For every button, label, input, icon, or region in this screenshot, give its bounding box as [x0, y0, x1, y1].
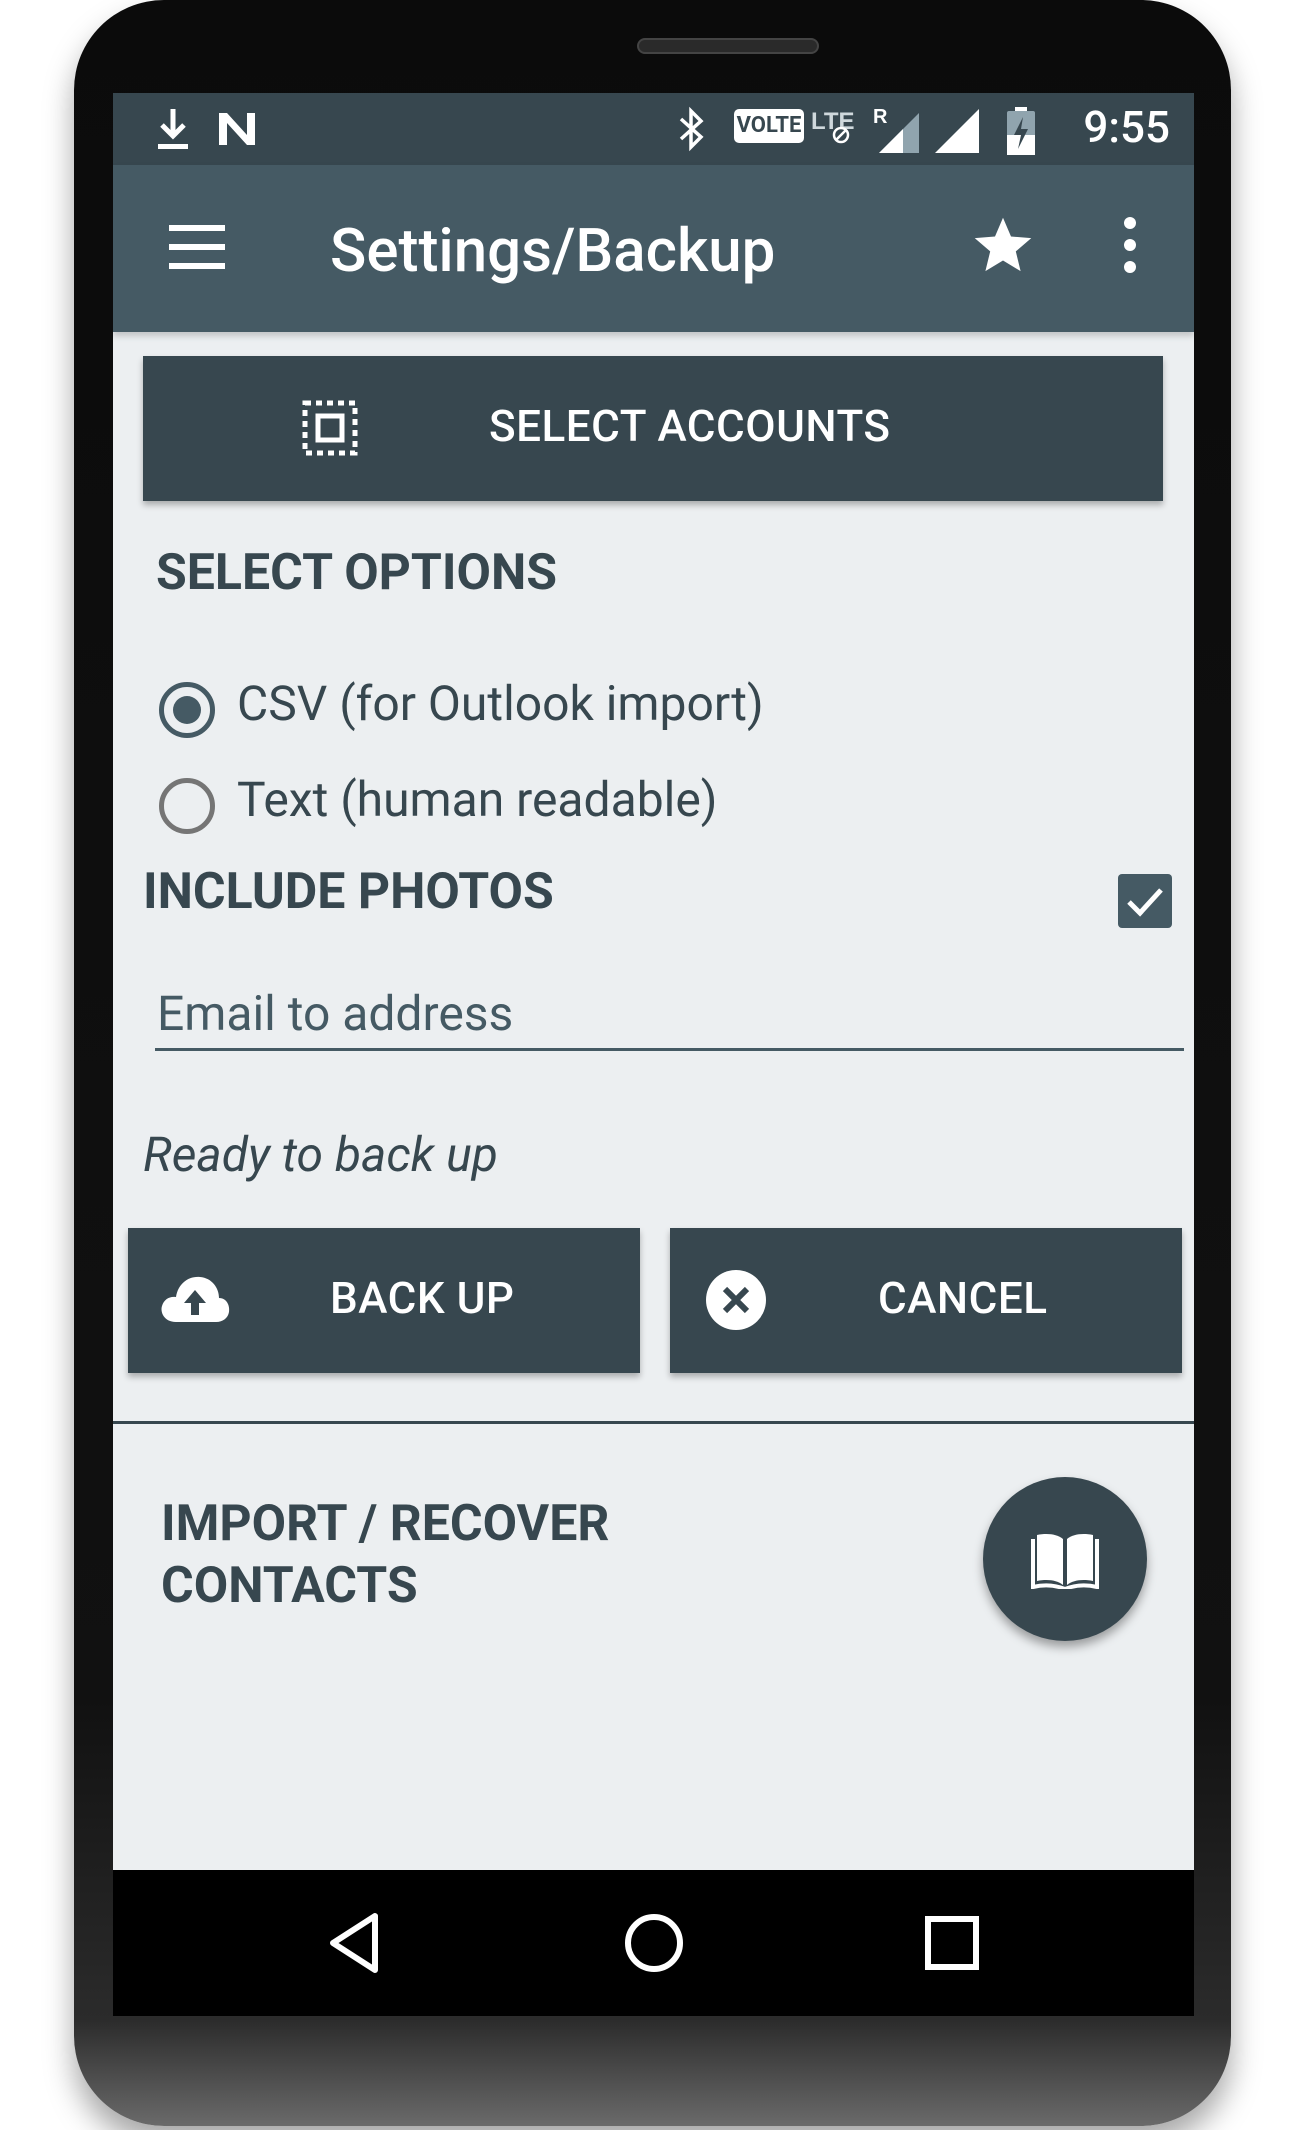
format-option-text[interactable]: Text (human readable)	[159, 771, 859, 841]
home-icon[interactable]	[621, 1910, 687, 1976]
battery-charging-icon	[1007, 107, 1035, 155]
format-option-csv[interactable]: CSV (for Outlook import)	[159, 675, 859, 745]
bluetooth-icon	[679, 106, 704, 152]
backup-status-text: Ready to back up	[143, 1126, 498, 1183]
n-notification-icon	[219, 113, 255, 145]
cancel-circle-icon	[706, 1270, 766, 1330]
email-to-address-input[interactable]	[155, 979, 1184, 1051]
download-icon	[158, 109, 188, 149]
star-icon[interactable]	[971, 213, 1035, 277]
svg-text:R: R	[873, 106, 888, 128]
radio-text[interactable]	[159, 778, 215, 834]
back-icon[interactable]	[323, 1910, 389, 1976]
select-accounts-label: SELECT ACCOUNTS	[489, 400, 891, 452]
screen: VOLTE LTE R 9:55 Settings/Backup SELECT …	[113, 93, 1194, 1870]
radio-csv[interactable]	[159, 682, 215, 738]
earpiece-speaker	[637, 38, 819, 54]
cancel-label: CANCEL	[878, 1272, 1048, 1324]
cancel-button[interactable]: CANCEL	[670, 1228, 1182, 1373]
radio-csv-label: CSV (for Outlook import)	[237, 675, 764, 732]
signal-icon	[935, 109, 979, 153]
section-divider	[113, 1421, 1194, 1424]
back-up-label: BACK UP	[330, 1272, 515, 1324]
hamburger-menu-icon[interactable]	[167, 221, 227, 273]
checkmark-icon	[1127, 888, 1163, 917]
book-icon	[1031, 1534, 1099, 1589]
lte-icon: LTE	[811, 108, 855, 144]
import-recover-heading-line2: CONTACTS	[161, 1557, 418, 1615]
android-nav-bar	[113, 1870, 1194, 2016]
select-all-icon	[302, 400, 358, 456]
status-bar: VOLTE LTE R 9:55	[113, 93, 1194, 165]
recents-icon[interactable]	[919, 1910, 985, 1976]
roaming-signal-icon: R	[873, 106, 919, 153]
more-vert-icon[interactable]	[1118, 213, 1142, 277]
radio-text-label: Text (human readable)	[237, 771, 718, 828]
include-photos-label: INCLUDE PHOTOS	[143, 863, 554, 921]
select-options-heading: SELECT OPTIONS	[156, 544, 558, 602]
page-title: Settings/Backup	[330, 215, 776, 286]
cloud-upload-icon	[161, 1276, 230, 1322]
import-recover-heading: IMPORT / RECOVER CONTACTS	[161, 1493, 609, 1617]
clock: 9:55	[1083, 101, 1170, 153]
include-photos-checkbox[interactable]	[1118, 874, 1172, 928]
back-up-button[interactable]: BACK UP	[128, 1228, 640, 1373]
app-bar: Settings/Backup	[113, 165, 1194, 332]
select-accounts-button[interactable]: SELECT ACCOUNTS	[143, 356, 1163, 501]
import-recover-heading-line1: IMPORT / RECOVER	[161, 1495, 610, 1553]
volte-badge: VOLTE	[734, 109, 804, 143]
import-recover-fab[interactable]	[983, 1477, 1147, 1641]
